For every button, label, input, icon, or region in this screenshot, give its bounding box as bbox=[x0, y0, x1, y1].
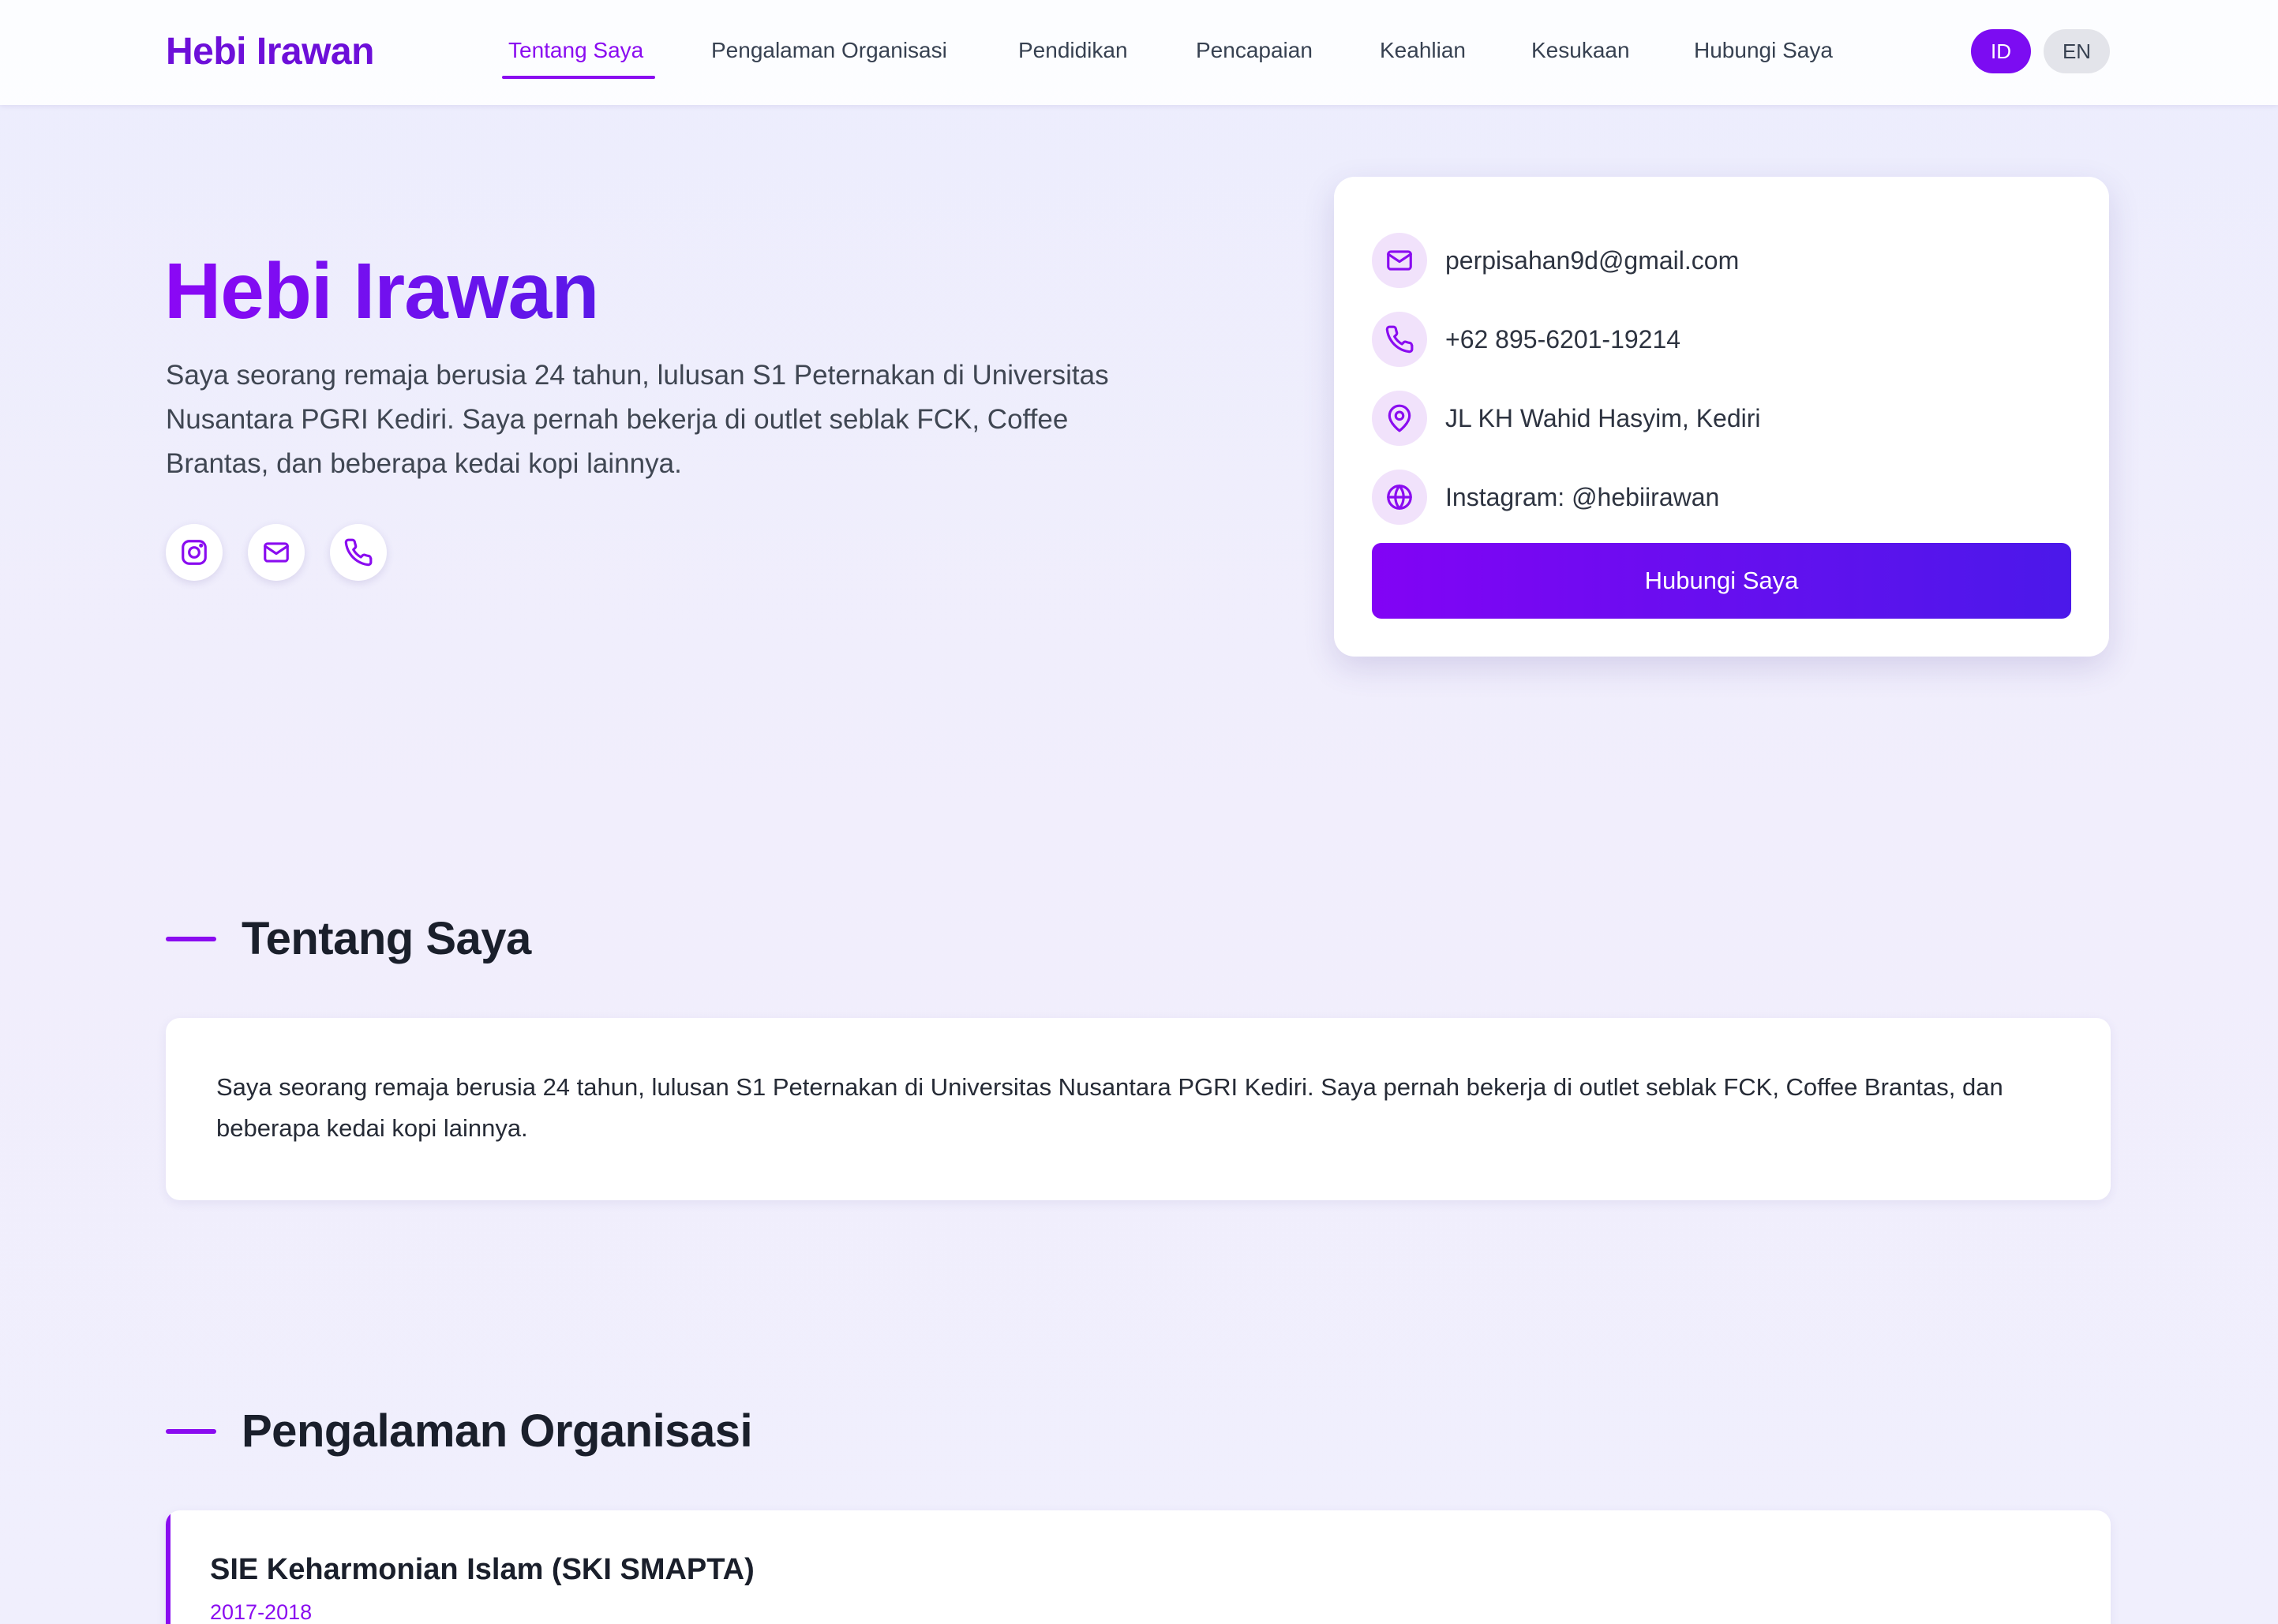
experience-section-accent-bar bbox=[166, 1429, 216, 1434]
nav-item-kesukaan[interactable]: Kesukaan bbox=[1531, 38, 1630, 63]
globe-icon bbox=[1387, 485, 1412, 510]
contact-phone-text[interactable]: +62 895-6201-19214 bbox=[1445, 325, 1680, 354]
contact-card: perpisahan9d@gmail.com +62 895-6201-1921… bbox=[1334, 177, 2109, 657]
contact-globe-icon-wrap bbox=[1372, 470, 1427, 525]
nav-item-pengalaman-organisasi[interactable]: Pengalaman Organisasi bbox=[711, 38, 947, 63]
nav-item-hubungi-saya[interactable]: Hubungi Saya bbox=[1694, 38, 1833, 63]
main-nav: Tentang Saya Pengalaman Organisasi Pendi… bbox=[0, 0, 2278, 105]
nav-item-keahlian[interactable]: Keahlian bbox=[1380, 38, 1466, 63]
contact-phone-icon-wrap bbox=[1372, 312, 1427, 367]
contact-email-text[interactable]: perpisahan9d@gmail.com bbox=[1445, 246, 1739, 275]
contact-address-row: JL KH Wahid Hasyim, Kediri bbox=[1372, 390, 1761, 447]
experience-card-accent bbox=[166, 1510, 170, 1624]
about-card: Saya seorang remaja berusia 24 tahun, lu… bbox=[166, 1018, 2111, 1200]
experience-card: SIE Keharmonian Islam (SKI SMAPTA) 2017-… bbox=[166, 1510, 2111, 1624]
top-navbar: Hebi Irawan Tentang Saya Pengalaman Orga… bbox=[0, 0, 2278, 105]
hero-name-heading: Hebi Irawan bbox=[164, 247, 599, 335]
contact-phone-row: +62 895-6201-19214 bbox=[1372, 311, 1680, 368]
experience-item-period: 2017-2018 bbox=[210, 1600, 313, 1624]
nav-item-pencapaian[interactable]: Pencapaian bbox=[1196, 38, 1313, 63]
contact-instagram-row: Instagram: @hebiirawan bbox=[1372, 469, 1719, 526]
instagram-icon bbox=[182, 540, 207, 565]
contact-email-icon-wrap bbox=[1372, 233, 1427, 288]
language-en-button[interactable]: EN bbox=[2044, 29, 2110, 73]
nav-item-tentang-saya[interactable]: Tentang Saya bbox=[508, 38, 643, 63]
map-pin-icon bbox=[1388, 404, 1411, 432]
hero-description: Saya seorang remaja berusia 24 tahun, lu… bbox=[166, 360, 1109, 479]
phone-social-button[interactable] bbox=[330, 524, 387, 581]
phone-icon bbox=[344, 538, 373, 567]
mail-icon bbox=[1387, 250, 1412, 271]
active-nav-underline bbox=[502, 76, 655, 79]
about-section-title: Tentang Saya bbox=[242, 913, 531, 964]
email-social-button[interactable] bbox=[248, 524, 305, 581]
contact-address-icon-wrap bbox=[1372, 391, 1427, 446]
nav-item-pendidikan[interactable]: Pendidikan bbox=[1018, 38, 1128, 63]
language-id-button[interactable]: ID bbox=[1971, 29, 2031, 73]
instagram-social-button[interactable] bbox=[166, 524, 223, 581]
contact-address-text: JL KH Wahid Hasyim, Kediri bbox=[1445, 403, 1761, 432]
contact-me-button[interactable]: Hubungi Saya bbox=[1372, 543, 2071, 619]
experience-item-title: SIE Keharmonian Islam (SKI SMAPTA) bbox=[210, 1553, 755, 1586]
contact-email-row: perpisahan9d@gmail.com bbox=[1372, 232, 1739, 289]
contact-instagram-text[interactable]: Instagram: @hebiirawan bbox=[1445, 483, 1719, 512]
about-section-accent-bar bbox=[166, 937, 216, 941]
about-text: Saya seorang remaja berusia 24 tahun, lu… bbox=[216, 1073, 2003, 1142]
experience-section-title: Pengalaman Organisasi bbox=[242, 1405, 753, 1457]
mail-icon bbox=[264, 542, 289, 563]
phone-icon bbox=[1385, 325, 1414, 354]
